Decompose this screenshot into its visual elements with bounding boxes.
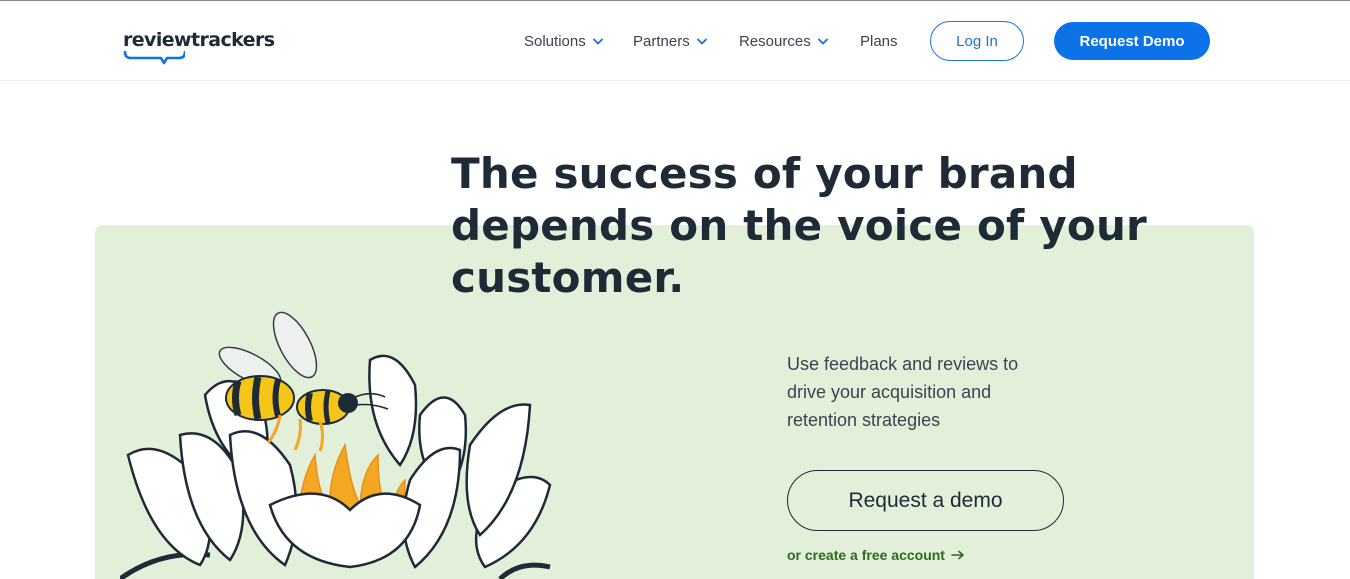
headline-line-1: The success of your brand [451, 149, 1078, 198]
logo[interactable]: reviewtrackers [123, 29, 275, 65]
site-header: reviewtrackers Solutions Partners Resour… [0, 1, 1350, 81]
chevron-down-icon [592, 38, 603, 45]
nav-resources[interactable]: Resources [739, 31, 828, 51]
nav-plans[interactable]: Plans [860, 31, 898, 51]
logo-text: reviewtrackers [123, 29, 275, 51]
nav-resources-label: Resources [739, 32, 811, 50]
arrow-right-icon [951, 550, 964, 560]
subtext-line-1: Use feedback and reviews to [787, 354, 1019, 374]
logo-speech-bubble-icon [123, 50, 185, 65]
subtext-line-3: retention strategies [787, 410, 941, 430]
nav-partners-label: Partners [633, 32, 690, 50]
subtext-line-2: drive your acquisition and [787, 382, 992, 402]
nav-partners[interactable]: Partners [633, 31, 707, 51]
request-a-demo-button[interactable]: Request a demo [787, 470, 1064, 531]
chevron-down-icon [696, 38, 707, 45]
chevron-down-icon [817, 38, 828, 45]
create-free-account-label: or create a free account [787, 547, 945, 563]
nav-solutions-label: Solutions [524, 32, 586, 50]
nav-solutions[interactable]: Solutions [524, 31, 603, 51]
headline-line-3: customer. [451, 253, 685, 302]
nav-plans-label: Plans [860, 32, 898, 50]
request-demo-button[interactable]: Request Demo [1054, 22, 1210, 60]
hero-headline: The success of your brand depends on the… [451, 148, 1191, 304]
bee-on-flower-illustration [120, 311, 552, 579]
hero-subtext: Use feedback and reviews to drive your a… [787, 350, 1087, 434]
login-button[interactable]: Log In [930, 21, 1024, 61]
create-free-account-link[interactable]: or create a free account [787, 547, 965, 563]
headline-line-2: depends on the voice of your [451, 201, 1147, 250]
